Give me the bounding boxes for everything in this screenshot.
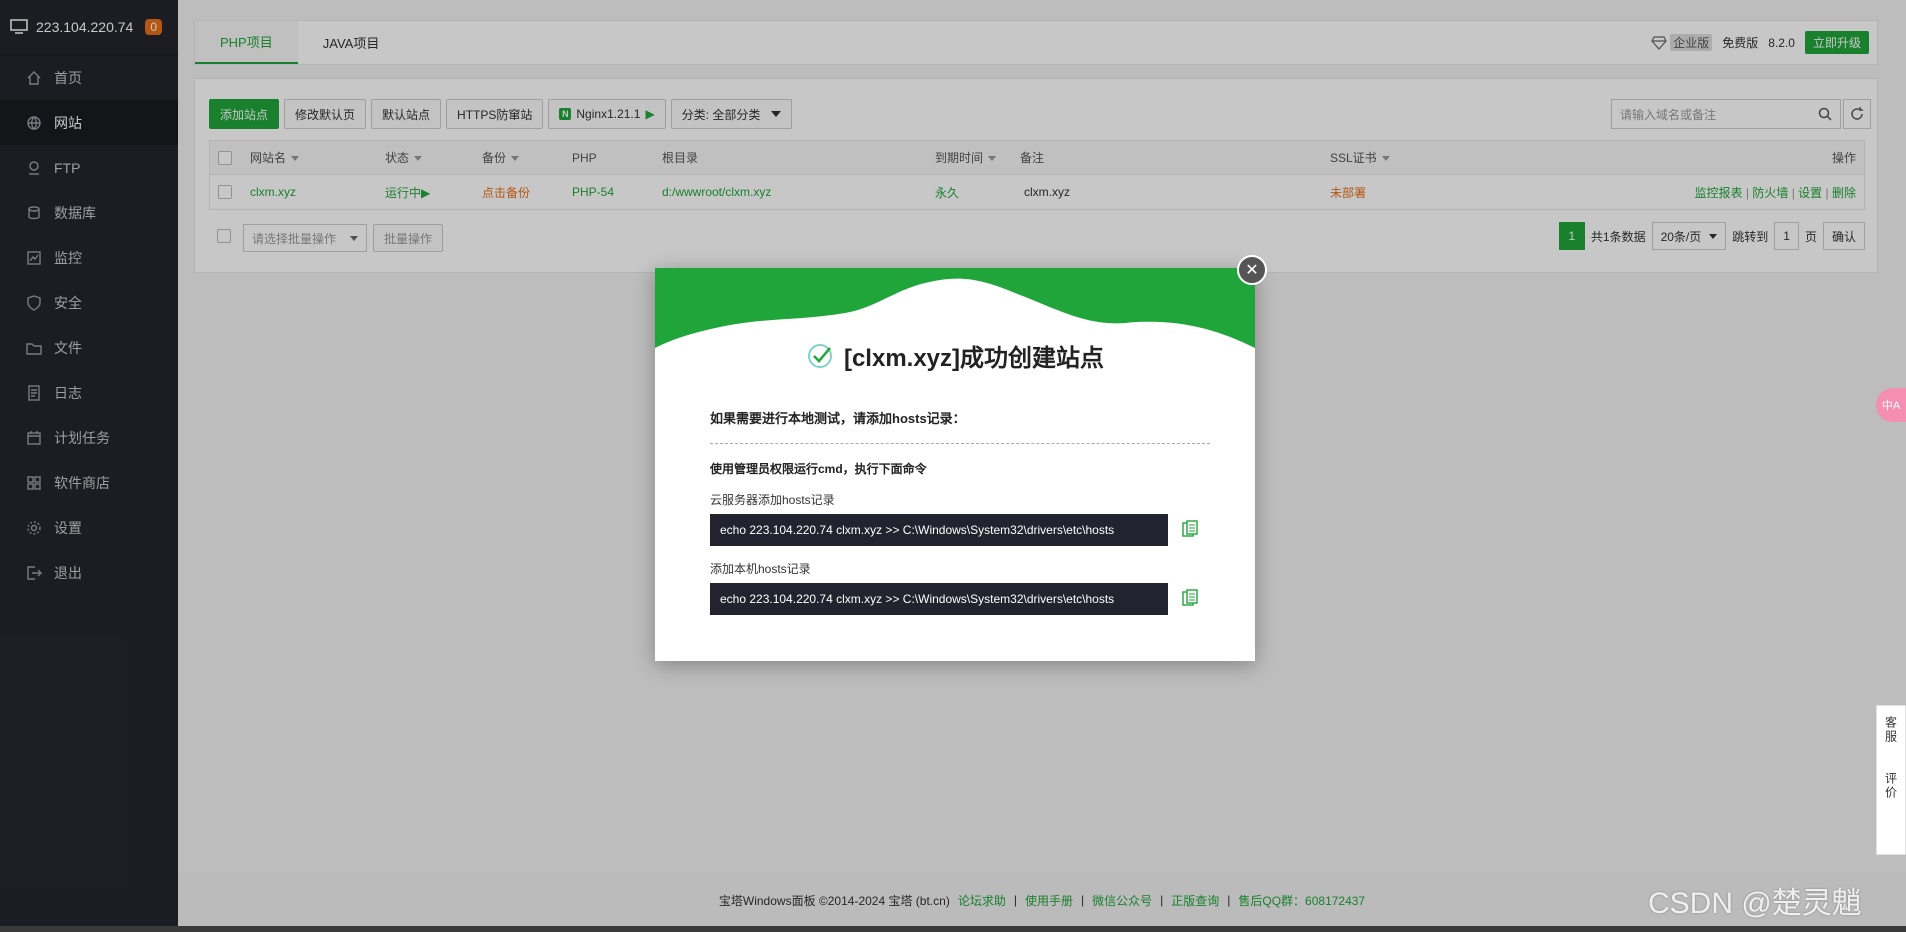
customer-service-button[interactable]: 客服 bbox=[1883, 716, 1900, 744]
close-icon: ✕ bbox=[1245, 262, 1259, 279]
cloud-hosts-row: echo 223.104.220.74 clxm.xyz >> C:\Windo… bbox=[710, 514, 1210, 546]
close-dialog-button[interactable]: ✕ bbox=[1237, 255, 1267, 285]
site-created-dialog: [clxm.xyz]成功创建站点 如果需要进行本地测试，请添加hosts记录： … bbox=[655, 268, 1255, 661]
dialog-header: [clxm.xyz]成功创建站点 bbox=[655, 268, 1255, 398]
bottom-bar bbox=[0, 926, 1906, 932]
local-hosts-row: echo 223.104.220.74 clxm.xyz >> C:\Windo… bbox=[710, 583, 1210, 615]
review-button[interactable]: 评价 bbox=[1883, 772, 1900, 800]
copy-icon[interactable] bbox=[1182, 519, 1198, 541]
side-toolbar: 客服 评价 bbox=[1876, 705, 1906, 855]
dialog-title-text: [clxm.xyz]成功创建站点 bbox=[843, 345, 1105, 372]
local-hosts-label: 添加本机hosts记录 bbox=[710, 562, 811, 576]
dialog-body: 如果需要进行本地测试，请添加hosts记录： 使用管理员权限运行cmd，执行下面… bbox=[710, 408, 1210, 615]
pink-widget[interactable]: 中A bbox=[1876, 388, 1906, 422]
local-hosts-command[interactable]: echo 223.104.220.74 clxm.xyz >> C:\Windo… bbox=[710, 583, 1168, 615]
cmd-instruction: 使用管理员权限运行cmd，执行下面命令 bbox=[710, 462, 927, 476]
watermark: CSDN @楚灵魈 bbox=[1648, 887, 1862, 920]
hosts-intro: 如果需要进行本地测试，请添加hosts记录： bbox=[710, 408, 1210, 444]
cloud-hosts-command[interactable]: echo 223.104.220.74 clxm.xyz >> C:\Windo… bbox=[710, 514, 1168, 546]
dialog-title: [clxm.xyz]成功创建站点 bbox=[655, 338, 1255, 373]
cloud-hosts-label: 云服务器添加hosts记录 bbox=[710, 493, 835, 507]
copy-icon[interactable] bbox=[1182, 588, 1198, 610]
check-circle-icon bbox=[807, 343, 832, 368]
